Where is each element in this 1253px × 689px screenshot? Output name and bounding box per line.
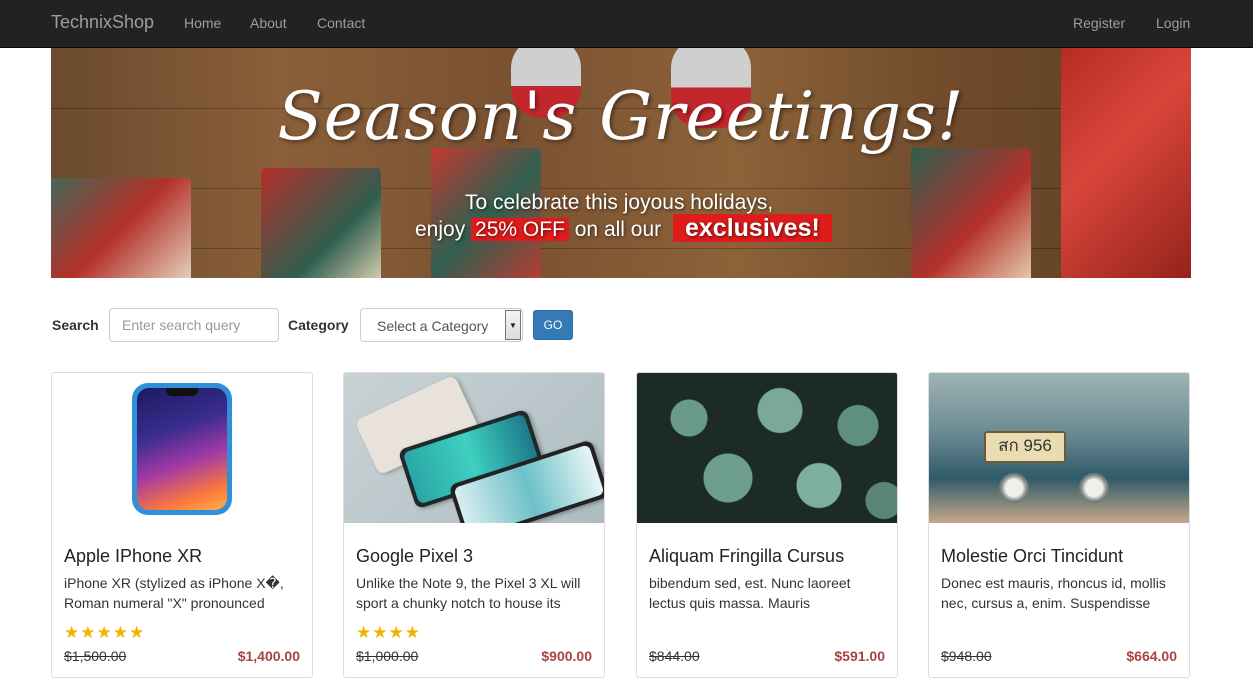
banner-discount-highlight: 25% OFF bbox=[471, 218, 569, 241]
product-description: iPhone XR (stylized as iPhone X�, Roman … bbox=[64, 575, 284, 611]
product-image-succulents[interactable] bbox=[637, 373, 897, 523]
product-card[interactable]: Aliquam Fringilla Cursus bibendum sed, e… bbox=[636, 372, 898, 678]
search-input[interactable] bbox=[109, 308, 279, 342]
gift-box-decoration bbox=[51, 178, 191, 278]
banner-headline: Season's Greetings! bbox=[277, 78, 965, 155]
go-button[interactable]: GO bbox=[533, 310, 573, 340]
gift-box-decoration bbox=[261, 168, 381, 278]
search-label: Search bbox=[52, 317, 99, 333]
banner-line-1: To celebrate this joyous holidays, bbox=[465, 191, 774, 214]
license-plate: สก 956 bbox=[984, 431, 1066, 463]
product-title[interactable]: Molestie Orci Tincidunt bbox=[941, 546, 1123, 567]
sale-price: $664.00 bbox=[1126, 648, 1177, 664]
nav-login-link[interactable]: Login bbox=[1156, 15, 1190, 31]
original-price: $948.00 bbox=[941, 648, 992, 664]
original-price: $1,500.00 bbox=[64, 648, 127, 664]
nav-contact-link[interactable]: Contact bbox=[317, 15, 365, 31]
nav-about-link[interactable]: About bbox=[250, 15, 287, 31]
product-card[interactable]: Google Pixel 3 Unlike the Note 9, the Pi… bbox=[343, 372, 605, 678]
category-label: Category bbox=[288, 317, 349, 333]
banner-line-2-middle: on all our bbox=[574, 218, 662, 241]
banner-line-2-prefix: enjoy bbox=[415, 218, 466, 241]
chevron-down-icon[interactable]: ▼ bbox=[505, 310, 521, 340]
star-rating: ★★★★ bbox=[356, 623, 421, 642]
product-image-pixel[interactable] bbox=[344, 373, 604, 523]
product-image-tuk-tuk[interactable]: สก 956 bbox=[929, 373, 1189, 523]
brand-link[interactable]: TechnixShop bbox=[51, 12, 154, 33]
sale-price: $1,400.00 bbox=[237, 648, 300, 664]
nav-home-link[interactable]: Home bbox=[184, 15, 221, 31]
product-description: bibendum sed, est. Nunc laoreet lectus q… bbox=[649, 575, 851, 611]
product-title[interactable]: Google Pixel 3 bbox=[356, 546, 473, 567]
banner-line-2: enjoy 25% OFF on all our exclusives! bbox=[415, 214, 832, 243]
sale-price: $591.00 bbox=[834, 648, 885, 664]
product-card[interactable]: Apple IPhone XR iPhone XR (stylized as i… bbox=[51, 372, 313, 678]
product-description: Unlike the Note 9, the Pixel 3 XL will s… bbox=[356, 575, 581, 611]
gift-box-decoration bbox=[911, 148, 1031, 278]
star-rating: ★★★★★ bbox=[64, 623, 146, 642]
product-card[interactable]: สก 956 Molestie Orci Tincidunt Donec est… bbox=[928, 372, 1190, 678]
nav-register-link[interactable]: Register bbox=[1073, 15, 1125, 31]
category-select[interactable]: Select a Category ▼ bbox=[360, 308, 523, 342]
product-image-iphone[interactable] bbox=[52, 373, 312, 523]
original-price: $844.00 bbox=[649, 648, 700, 664]
top-navbar: TechnixShop Home About Contact Register … bbox=[0, 0, 1253, 48]
promo-banner[interactable]: Season's Greetings! To celebrate this jo… bbox=[51, 48, 1191, 278]
product-description: Donec est mauris, rhoncus id, mollis nec… bbox=[941, 575, 1166, 611]
product-title[interactable]: Aliquam Fringilla Cursus bbox=[649, 546, 844, 567]
product-title[interactable]: Apple IPhone XR bbox=[64, 546, 202, 567]
original-price: $1,000.00 bbox=[356, 648, 419, 664]
sale-price: $900.00 bbox=[541, 648, 592, 664]
banner-exclusives-highlight: exclusives! bbox=[672, 214, 832, 242]
category-select-value: Select a Category bbox=[377, 318, 489, 334]
